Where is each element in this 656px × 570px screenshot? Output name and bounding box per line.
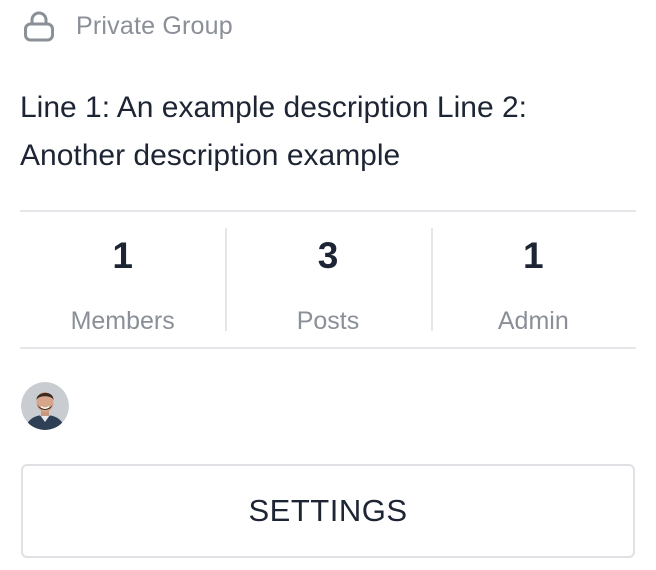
stat-label: Admin [497,307,569,335]
stat-value: 3 [317,235,339,276]
stat-value: 1 [523,235,544,276]
stat-label: Members [70,307,175,335]
stat-admin[interactable]: 1 Admin [430,212,636,347]
group-stats: 1 Members 3 Posts 1 Admin [20,212,636,347]
divider [20,347,636,349]
stat-value: 1 [112,235,133,276]
group-description: Line 1: An example description Line 2: A… [20,91,527,172]
stat-label: Posts [296,307,360,335]
privacy-label: Private Group [76,11,233,40]
privacy-status: Private Group [22,8,233,44]
settings-button[interactable]: SETTINGS [21,464,635,558]
stat-members[interactable]: 1 Members [20,212,225,347]
lock-icon [24,11,54,42]
stat-posts[interactable]: 3 Posts [225,212,430,347]
member-avatar[interactable] [21,382,69,430]
